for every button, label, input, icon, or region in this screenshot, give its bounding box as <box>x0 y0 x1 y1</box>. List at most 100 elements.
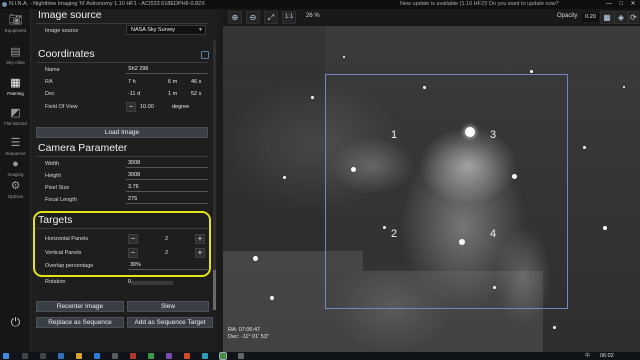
opacity-input[interactable]: 0.20 <box>582 13 599 22</box>
star <box>530 70 533 73</box>
ra-minutes-input[interactable]: 6 m <box>168 79 177 85</box>
focal-length-label: Focal Length <box>45 197 77 203</box>
ra-seconds-input[interactable]: 46 s <box>191 79 201 85</box>
image-viewer: ⊕ ⊖ ⤢ 1:1 26 % Opacity 0.20 ▦ ◈ ⟳ 1 3 2 … <box>223 9 640 352</box>
mosaic-fov-rectangle[interactable] <box>325 74 568 309</box>
star <box>603 226 607 230</box>
ra-readout: RA: 07:06:47 <box>228 327 261 333</box>
image-source-value: NASA Sky Survey <box>131 27 176 33</box>
taskbar-clock[interactable]: 06:02 <box>600 352 614 360</box>
panel-label-4: 4 <box>490 228 497 240</box>
height-input[interactable]: 3008 <box>126 171 208 180</box>
panel-scrollbar-thumb[interactable] <box>213 270 216 310</box>
search-icon[interactable] <box>22 353 28 359</box>
panel-label-1: 1 <box>391 129 398 141</box>
coordinates-pin-icon[interactable] <box>201 51 209 59</box>
side-navigation: 📷︎ Equipment ▤ Sky Atlas ▦ Framing ◩ Fla… <box>0 9 31 352</box>
pixel-size-label: Pixel Size <box>45 185 70 191</box>
annotation-toggle-icon[interactable]: ◈ <box>614 11 628 24</box>
app-icon[interactable] <box>184 353 190 359</box>
close-button[interactable]: ✕ <box>627 0 639 9</box>
fov-decrease-button[interactable]: − <box>126 102 136 112</box>
panel-label-3: 3 <box>490 129 497 141</box>
dec-seconds-input[interactable]: 52 s <box>191 91 201 97</box>
mail-icon[interactable] <box>94 353 100 359</box>
star <box>270 296 274 300</box>
height-label: Height <box>45 173 61 179</box>
nav-item-label: Framing <box>7 91 24 96</box>
rotation-slider[interactable] <box>131 281 173 285</box>
dec-readout: Dec: -11° 01' 53" <box>228 334 269 340</box>
app-logo-icon <box>2 2 7 7</box>
nav-item-equipment[interactable]: 📷︎ Equipment <box>0 11 31 39</box>
nav-item-flat-wizard[interactable]: ◩ Flat Wizard <box>0 104 31 132</box>
app-icon[interactable] <box>166 353 172 359</box>
file-explorer-icon[interactable] <box>76 353 82 359</box>
app-icon[interactable] <box>130 353 136 359</box>
start-icon[interactable] <box>3 353 9 359</box>
fit-to-screen-icon[interactable]: ⤢ <box>264 11 278 24</box>
name-label: Name <box>45 67 60 73</box>
target-name-input[interactable]: Sh2 296 <box>126 65 208 74</box>
grid-toggle-icon[interactable]: ▦ <box>600 11 614 24</box>
one-to-one-button[interactable]: 1:1 <box>282 11 296 24</box>
edge-icon[interactable] <box>58 353 64 359</box>
dec-degrees-input[interactable]: -11 d <box>128 91 140 97</box>
atlas-icon: ▤ <box>10 46 21 58</box>
nina-taskbar-icon[interactable] <box>219 352 227 360</box>
chevron-down-icon: ▼ <box>198 27 203 33</box>
flat-wizard-icon: ◩ <box>10 107 21 119</box>
replace-as-sequence-button[interactable]: Replace as Sequence <box>36 317 124 328</box>
zoom-in-icon[interactable]: ⊕ <box>228 11 242 24</box>
zoom-level: 26 % <box>306 13 320 19</box>
app-icon[interactable] <box>202 353 208 359</box>
nav-item-sky-atlas[interactable]: ▤ Sky Atlas <box>0 43 31 71</box>
framing-settings-panel: Image source Image source NASA Sky Surve… <box>31 9 217 352</box>
star <box>283 176 286 179</box>
maximize-button[interactable]: □ <box>615 0 627 9</box>
power-icon[interactable]: ⏻ <box>8 315 23 330</box>
store-icon[interactable] <box>112 353 118 359</box>
window-title: N.I.N.A. - Nighttime Imaging 'N' Astrono… <box>9 1 205 7</box>
sky-survey-image[interactable]: 1 3 2 4 RA: 07:06:47 Dec: -11° 01' 53" <box>223 26 640 352</box>
fov-label: Field Of View <box>45 104 78 110</box>
coordinates-title: Coordinates <box>38 48 95 60</box>
zoom-out-icon[interactable]: ⊖ <box>246 11 260 24</box>
add-as-sequence-target-button[interactable]: Add as Sequence Target <box>127 317 213 328</box>
ra-hours-input[interactable]: 7 h <box>128 79 136 85</box>
nav-item-options[interactable]: ⚙ Options <box>0 177 31 205</box>
pixel-size-input[interactable]: 3.76 <box>126 183 208 192</box>
update-notice-link[interactable]: New update is available (1.10 HF2)! Do y… <box>400 0 559 9</box>
width-label: Width <box>45 161 60 167</box>
app-icon[interactable] <box>148 353 154 359</box>
framing-icon: ▦ <box>10 77 21 89</box>
slew-button[interactable]: Slew <box>127 301 209 312</box>
rotation-label: Rotation <box>45 279 66 285</box>
gear-icon: ⚙ <box>10 180 21 192</box>
focal-length-input[interactable]: 275 <box>126 195 208 204</box>
input-language[interactable]: 中 <box>585 352 590 360</box>
divider <box>36 23 208 24</box>
image-source-select[interactable]: NASA Sky Survey ▼ <box>126 25 206 35</box>
width-input[interactable]: 3008 <box>126 159 208 168</box>
app-icon[interactable] <box>238 353 244 359</box>
recenter-image-button[interactable]: Recenter Image <box>36 301 124 312</box>
refresh-icon[interactable]: ⟳ <box>628 11 639 24</box>
star <box>343 56 345 58</box>
nav-item-label: Flat Wizard <box>4 121 27 126</box>
opacity-label: Opacity <box>557 13 578 19</box>
ra-label: RA <box>45 79 53 85</box>
minimize-button[interactable]: — <box>603 0 615 9</box>
image-source-title: Image source <box>38 9 102 21</box>
task-view-icon[interactable] <box>40 353 46 359</box>
fov-unit: degree <box>172 104 190 110</box>
dec-minutes-input[interactable]: 1 m <box>168 91 177 97</box>
star <box>553 326 556 329</box>
panel-label-2: 2 <box>391 228 398 240</box>
divider <box>36 62 208 63</box>
load-image-button[interactable]: Load Image <box>36 127 208 138</box>
fov-input[interactable]: 10.00 <box>140 104 154 110</box>
nav-item-label: Equipment <box>4 28 27 33</box>
targets-highlight-annotation <box>33 211 211 277</box>
nav-item-framing[interactable]: ▦ Framing <box>0 74 31 102</box>
